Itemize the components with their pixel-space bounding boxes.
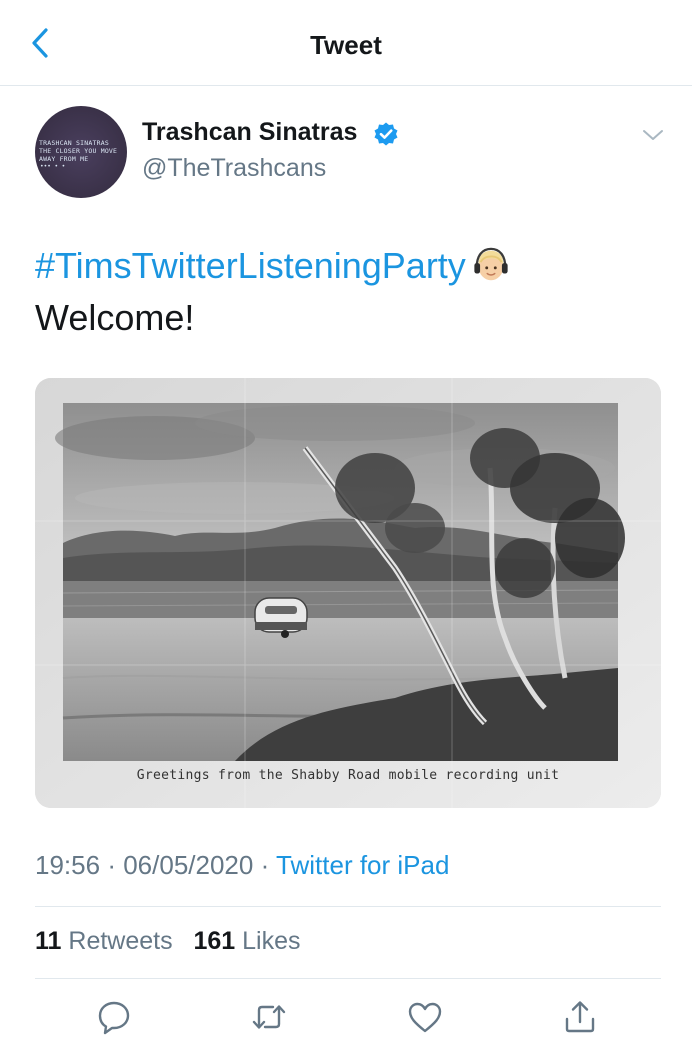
tweet-stats: 11 Retweets 161 Likes [35,927,301,956]
author-handle[interactable]: @TheTrashcans [142,154,326,183]
tweet-metadata: 19:56 · 06/05/2020 · Twitter for iPad [35,850,449,881]
avatar-dots: ••• • • [40,163,66,170]
boy-with-headphones-emoji-icon [474,247,508,281]
share-icon [565,1001,595,1033]
author-display-name[interactable]: Trashcan Sinatras [142,118,357,147]
postcard-photo [35,378,661,808]
verified-badge-icon [374,122,398,146]
meta-separator-2: · [260,850,270,880]
reply-button[interactable] [94,997,134,1037]
divider [35,906,661,907]
retweets-count: 11 [35,927,62,955]
hashtag-link[interactable]: #TimsTwitterListeningParty [35,245,466,286]
tweet-text: #TimsTwitterListeningParty Welcome! [35,240,665,344]
tweet-source-link[interactable]: Twitter for iPad [276,850,449,880]
share-button[interactable] [560,997,600,1037]
avatar-text: TRASHCAN SINATRAS THE CLOSER YOU MOVE AW… [39,139,118,163]
tweet-date: 06/05/2020 [123,850,254,880]
tweet-line-2: Welcome! [35,297,195,338]
retweets-stat[interactable]: 11 Retweets [35,927,173,955]
page-title: Tweet [310,30,382,60]
tweet-line-1: #TimsTwitterListeningParty [35,240,665,292]
like-button[interactable] [405,997,445,1037]
avatar[interactable]: TRASHCAN SINATRAS THE CLOSER YOU MOVE AW… [35,106,127,198]
reply-icon [98,1001,130,1035]
likes-label: Likes [242,927,301,955]
top-bar: Tweet [0,0,692,86]
meta-separator-1: · [107,850,116,880]
tweet-media-image[interactable]: Greetings from the Shabby Road mobile re… [35,378,661,808]
media-caption: Greetings from the Shabby Road mobile re… [136,768,560,783]
retweet-icon [252,1005,286,1029]
retweet-button[interactable] [249,997,289,1037]
tweet-time: 19:56 [35,850,101,880]
divider [35,978,661,979]
heart-icon [408,1002,442,1033]
chevron-down-icon [643,130,663,140]
retweets-label: Retweets [68,927,173,955]
likes-count: 161 [193,927,236,955]
more-options-button[interactable] [640,124,666,146]
likes-stat[interactable]: 161 Likes [193,927,300,955]
